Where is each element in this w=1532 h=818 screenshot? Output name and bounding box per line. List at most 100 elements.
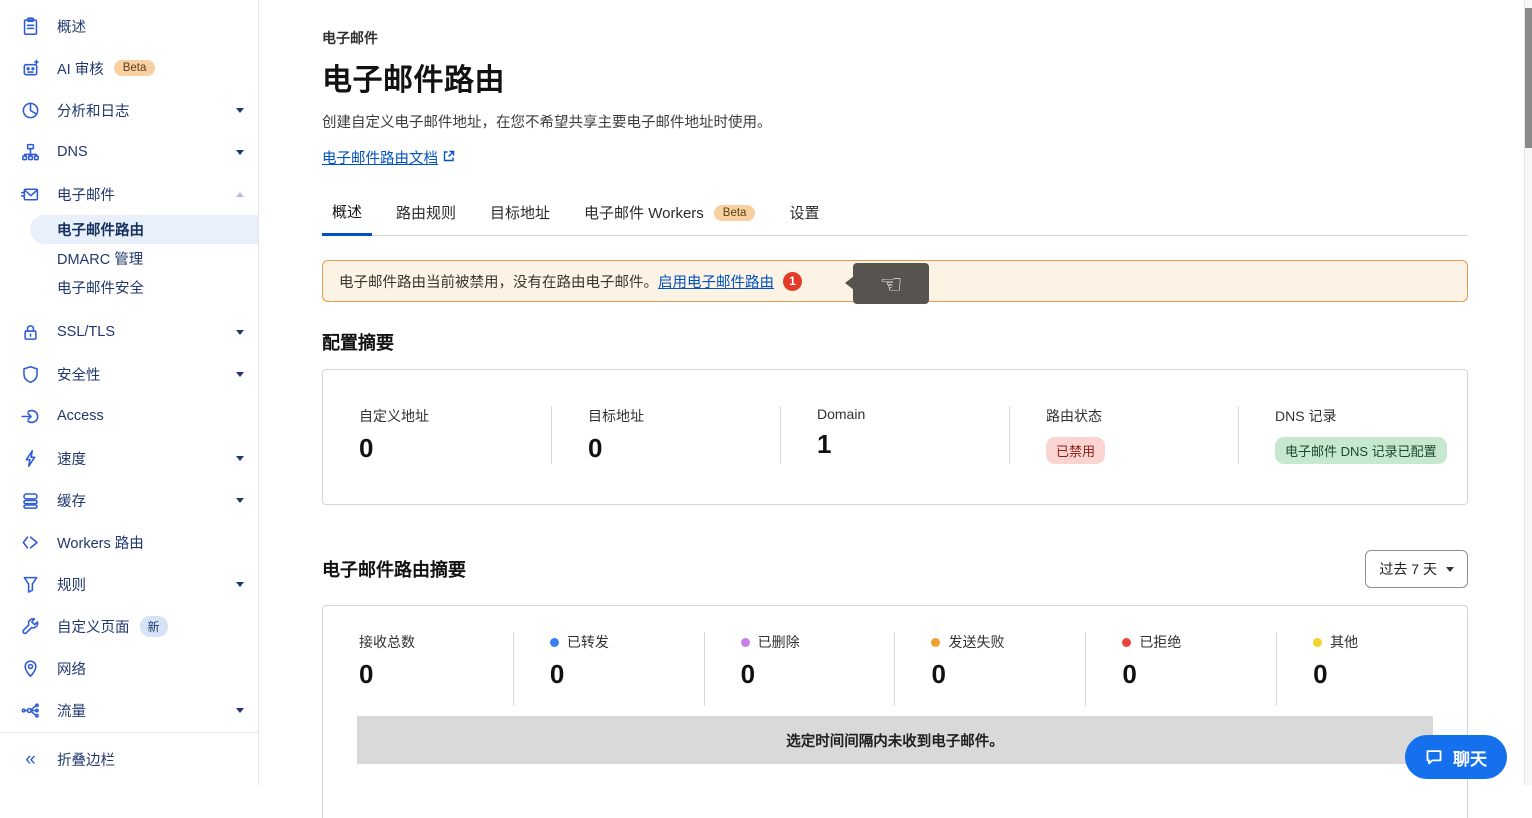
stat-value: 0 [588,433,780,464]
cache-layers-icon [21,491,40,510]
chevron-down-icon [236,498,244,503]
envelope-icon [21,185,40,204]
shield-icon [21,365,40,384]
sidebar-item-custom-pages[interactable]: 自定义页面 新 [0,605,258,647]
config-stat-custom-addresses: 自定义地址 0 [323,406,551,464]
tab-label: 路由规则 [396,202,456,223]
pie-chart-icon [21,101,40,120]
external-link-icon [443,150,455,166]
sidebar-item-label: SSL/TLS [57,324,115,340]
sidebar-item-rules[interactable]: 规则 [0,563,258,605]
sidebar-item-speed[interactable]: 速度 [0,437,258,479]
code-brackets-icon [21,533,40,552]
tab-label: 设置 [789,202,819,223]
stat-label: 接收总数 [359,632,415,652]
chat-button[interactable]: 聊天 [1405,735,1507,779]
lightning-icon [21,449,40,468]
sidebar-item-analytics[interactable]: 分析和日志 [0,89,258,131]
sidebar-item-label: 电子邮件 [57,184,115,205]
sidebar-item-label: DMARC 管理 [57,248,143,269]
legend-dot-rejected [1122,638,1131,647]
scrollbar-track[interactable] [1524,0,1532,785]
config-summary-heading: 配置摘要 [322,329,1468,355]
tooltip-notch [845,276,854,290]
stat-value: 0 [359,659,513,690]
stat-value: 0 [359,433,551,464]
sidebar-item-email-security[interactable]: 电子邮件安全 [0,273,258,302]
stat-label: 自定义地址 [359,406,551,426]
new-badge: 新 [140,616,168,637]
sidebar-item-label: 电子邮件安全 [57,277,144,298]
sidebar-item-access[interactable]: Access [0,395,258,437]
stat-dropped: 已删除 0 [704,632,895,706]
stat-value: 0 [931,659,1085,690]
docs-link[interactable]: 电子邮件路由文档 [322,147,455,168]
sidebar-item-ai-audit[interactable]: AI 审核 Beta [0,47,258,89]
sidebar-item-label: Workers 路由 [57,532,144,553]
stat-label: 目标地址 [588,406,780,426]
sidebar: 概述 AI 审核 Beta 分析和日志 DNS 电子邮件 电子邮件路由 DMAR… [0,0,259,785]
sidebar-item-ssl-tls[interactable]: SSL/TLS [0,311,258,353]
stat-total-received: 接收总数 0 [323,632,513,706]
stat-value: 0 [1313,659,1467,690]
tab-settings[interactable]: 设置 [779,193,829,235]
scrollbar-thumb[interactable] [1525,8,1532,148]
sidebar-item-email[interactable]: 电子邮件 [0,173,258,215]
chevron-down-icon [236,150,244,155]
collapse-sidebar-button[interactable]: « 折叠边栏 [0,733,258,785]
legend-dot-delivery-failed [931,638,940,647]
sidebar-item-dns[interactable]: DNS [0,131,258,173]
sidebar-item-label: 分析和日志 [57,100,130,121]
sidebar-item-dmarc[interactable]: DMARC 管理 [0,244,258,273]
sidebar-item-security[interactable]: 安全性 [0,353,258,395]
tab-overview[interactable]: 概述 [322,193,372,236]
tab-bar: 概述 路由规则 目标地址 电子邮件 Workers Beta 设置 [322,193,1468,236]
tab-destination-addresses[interactable]: 目标地址 [480,193,560,235]
cursor-annotation: ☜ [853,263,929,304]
sidebar-item-email-routing[interactable]: 电子邮件路由 [30,215,258,244]
access-arrow-icon [21,407,40,426]
config-summary-card: 自定义地址 0 目标地址 0 Domain 1 路由状态 已禁用 DNS 记录 … [322,369,1468,505]
sidebar-item-cache[interactable]: 缓存 [0,479,258,521]
chevron-down-icon [236,582,244,587]
annotation-marker-1: 1 [783,272,802,291]
sidebar-item-label: 电子邮件路由 [57,219,144,240]
stat-other: 其他 0 [1276,632,1467,706]
config-stat-dns-records: DNS 记录 电子邮件 DNS 记录已配置 [1238,406,1467,464]
tab-routing-rules[interactable]: 路由规则 [386,193,466,235]
double-chevron-left-icon: « [21,750,40,769]
chevron-down-icon [236,108,244,113]
chat-bubble-icon [1425,748,1443,766]
sidebar-item-label: DNS [57,144,88,160]
time-period-dropdown[interactable]: 过去 7 天 [1365,550,1468,588]
tab-email-workers[interactable]: 电子邮件 Workers Beta [574,193,765,235]
stat-label: 发送失败 [948,632,1004,652]
chevron-up-icon [236,192,244,197]
stat-value: 0 [1122,659,1276,690]
status-badge-dns-configured: 电子邮件 DNS 记录已配置 [1275,437,1447,464]
stat-label: 已删除 [758,632,800,652]
sidebar-item-network[interactable]: 网络 [0,647,258,689]
config-stat-domain: Domain 1 [780,406,1009,464]
stat-label: Domain [817,406,1009,422]
enable-email-routing-link[interactable]: 启用电子邮件路由 [658,271,774,292]
sidebar-item-traffic[interactable]: 流量 [0,689,258,731]
disabled-warning-banner: 电子邮件路由当前被禁用，没有在路由电子邮件。 启用电子邮件路由 1 ☜ [322,260,1468,302]
stat-value: 1 [817,429,1009,460]
sidebar-item-label: 缓存 [57,490,86,511]
wrench-icon [21,617,40,636]
sidebar-item-label: AI 审核 [57,58,104,79]
chevron-down-icon [236,372,244,377]
chevron-down-icon [236,456,244,461]
breadcrumb-eyebrow: 电子邮件 [322,28,1468,48]
page-description: 创建自定义电子邮件地址，在您不希望共享主要电子邮件地址时使用。 [322,111,1468,132]
stat-delivery-failed: 发送失败 0 [894,632,1085,706]
pointing-hand-icon: ☜ [879,271,902,297]
sidebar-item-label: 自定义页面 [57,616,130,637]
sidebar-item-label: 速度 [57,448,86,469]
docs-link-label: 电子邮件路由文档 [322,147,438,168]
stat-rejected: 已拒绝 0 [1085,632,1276,706]
chevron-down-icon [236,708,244,713]
sidebar-item-overview[interactable]: 概述 [0,5,258,47]
sidebar-item-workers-routes[interactable]: Workers 路由 [0,521,258,563]
